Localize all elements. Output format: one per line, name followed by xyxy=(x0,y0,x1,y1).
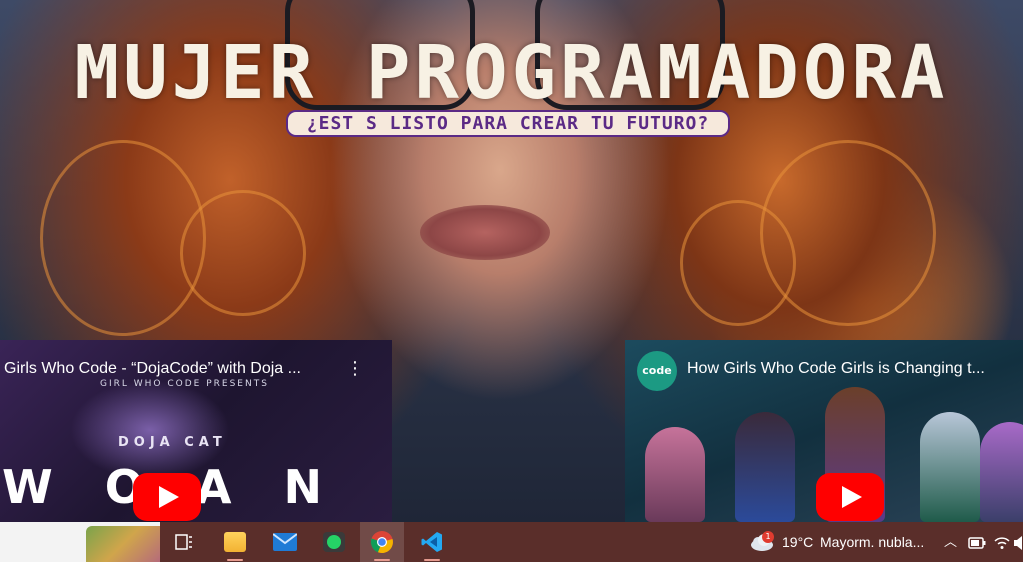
folder-icon xyxy=(224,532,246,552)
chrome-icon xyxy=(370,531,393,554)
wifi-icon[interactable] xyxy=(994,522,1010,562)
whatsapp-button[interactable] xyxy=(312,522,356,562)
file-explorer-button[interactable] xyxy=(213,522,257,562)
windows-taskbar: 1 19°C Mayorm. nubla... ︿ xyxy=(0,522,1023,562)
weather-temperature[interactable]: 19°C xyxy=(782,522,813,562)
avatar-figure xyxy=(980,422,1023,522)
video-artist-text: DOJA CAT xyxy=(118,435,227,450)
hair-strand xyxy=(680,200,796,326)
battery-icon[interactable] xyxy=(968,522,986,562)
vscode-button[interactable] xyxy=(410,522,454,562)
vscode-icon xyxy=(421,532,442,552)
video-presents-text: GIRL WHO CODE PRESENTS xyxy=(100,379,269,389)
avatar-figure xyxy=(735,412,795,522)
youtube-play-button[interactable] xyxy=(133,473,201,521)
channel-avatar[interactable]: code xyxy=(637,351,677,391)
more-options-icon[interactable]: ⋮ xyxy=(346,358,364,379)
play-icon xyxy=(842,486,862,508)
avatar-figure xyxy=(645,427,705,522)
avatar-figure xyxy=(920,412,980,522)
task-view-button[interactable] xyxy=(162,522,206,562)
mail-button[interactable] xyxy=(263,522,307,562)
task-view-icon xyxy=(175,534,192,550)
page-subtitle: ¿EST S LISTO PARA CREAR TU FUTURO? xyxy=(286,110,730,137)
portrait-lips xyxy=(420,205,550,260)
hair-strand xyxy=(180,190,306,316)
search-highlight-image xyxy=(86,526,160,562)
volume-icon[interactable] xyxy=(1014,522,1023,562)
running-indicator xyxy=(424,559,440,561)
taskbar-search-box[interactable] xyxy=(0,522,160,562)
page-title: MUJER PROGRAMADORA xyxy=(74,30,949,116)
running-indicator xyxy=(227,559,243,561)
chrome-button[interactable] xyxy=(360,522,404,562)
video-title[interactable]: How Girls Who Code Girls is Changing t..… xyxy=(687,360,1017,378)
play-icon xyxy=(159,486,179,508)
running-indicator xyxy=(374,559,390,561)
weather-alert-badge: 1 xyxy=(762,531,774,543)
mail-icon xyxy=(273,533,297,551)
youtube-play-button[interactable] xyxy=(816,473,884,521)
video-title[interactable]: Girls Who Code - “DojaCode” with Doja ..… xyxy=(4,360,334,378)
video-embed-girls-who-code[interactable]: code How Girls Who Code Girls is Changin… xyxy=(625,340,1023,522)
whatsapp-icon xyxy=(323,532,345,552)
video-embed-dojacode[interactable]: Girls Who Code - “DojaCode” with Doja ..… xyxy=(0,340,392,522)
show-hidden-icons-chevron-icon[interactable]: ︿ xyxy=(944,522,957,562)
weather-condition[interactable]: Mayorm. nubla... xyxy=(820,522,924,562)
